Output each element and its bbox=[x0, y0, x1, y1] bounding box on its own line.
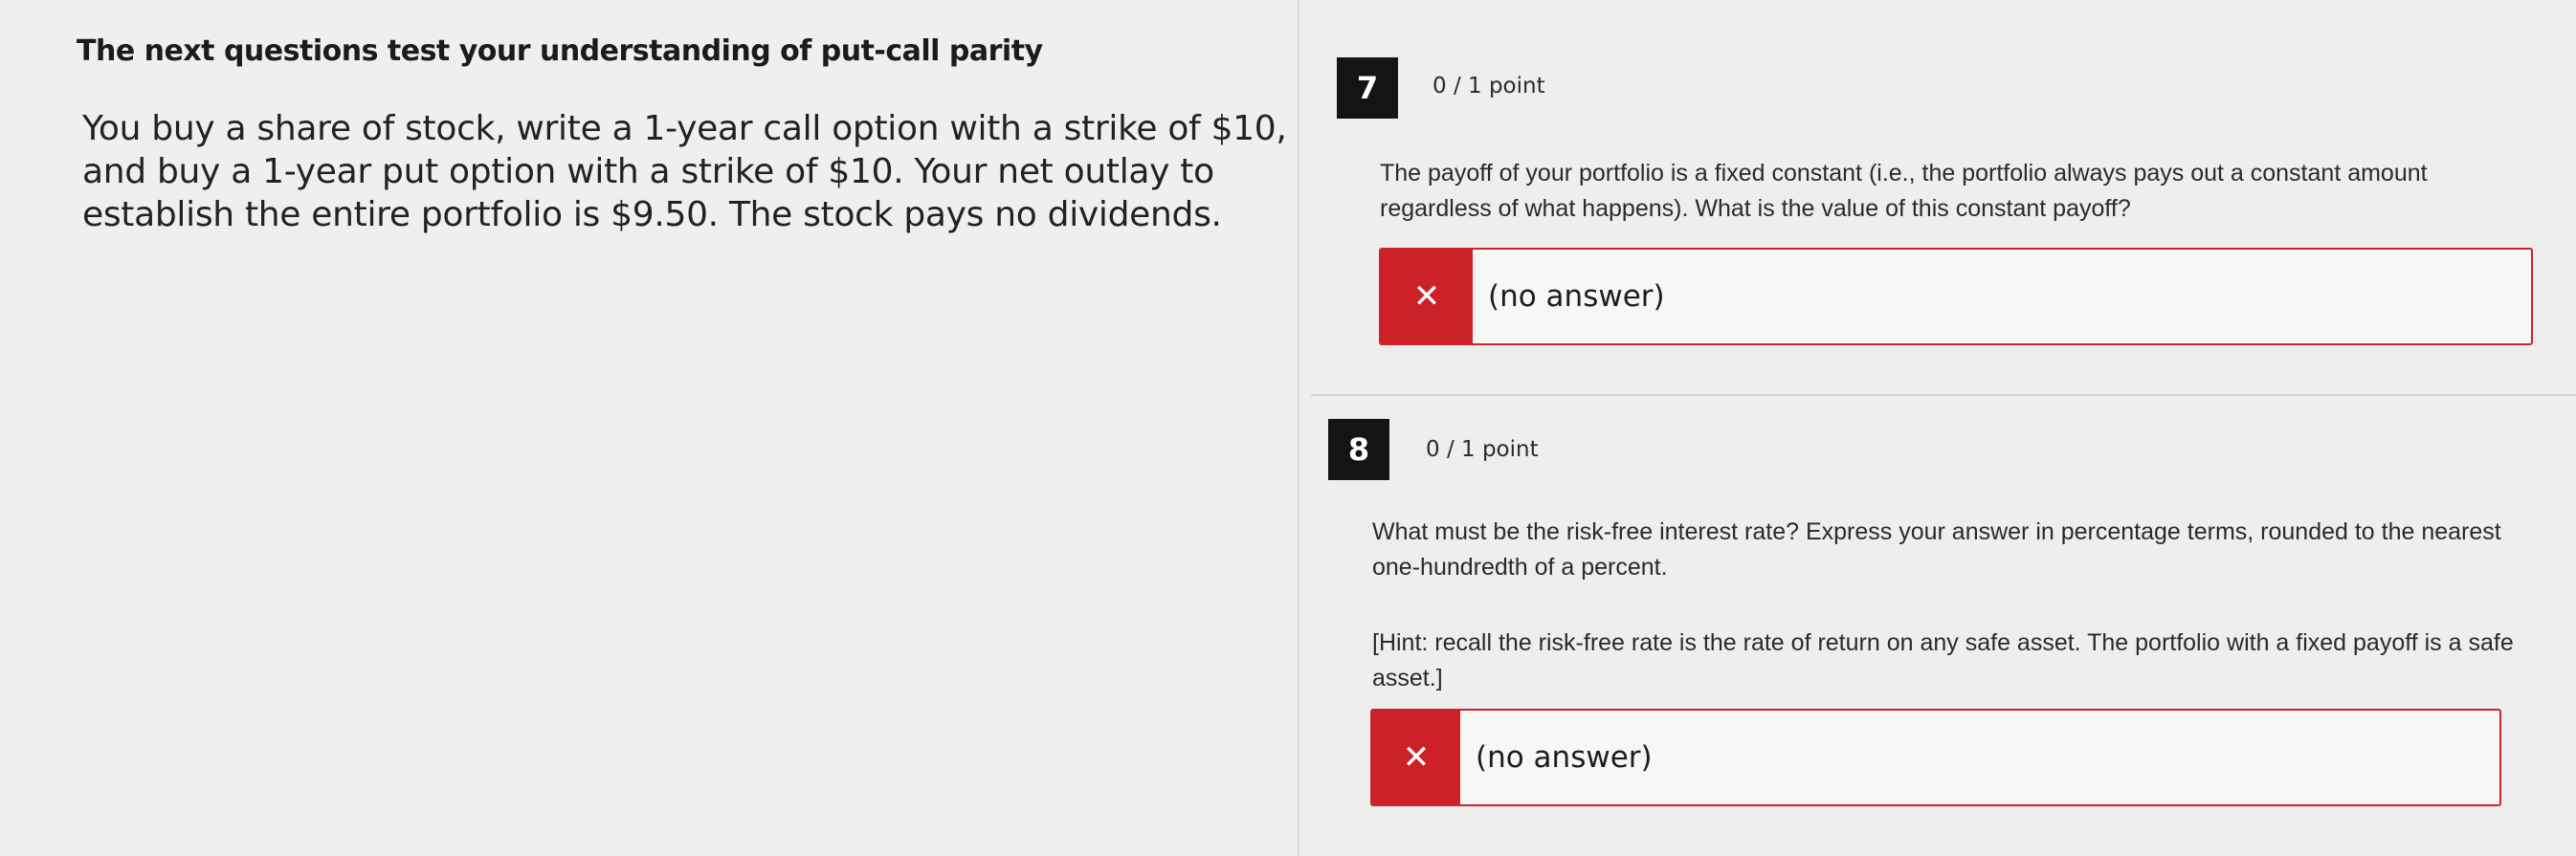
context-panel: The next questions test your understandi… bbox=[0, 0, 1299, 856]
question-8-number: 8 bbox=[1328, 419, 1389, 480]
question-8-text: What must be the risk-free interest rate… bbox=[1372, 518, 2501, 581]
question-7-text: The payoff of your portfolio is a fixed … bbox=[1380, 160, 2428, 222]
question-8-answer-box[interactable]: ✕ (no answer) bbox=[1370, 709, 2501, 806]
question-divider bbox=[1311, 394, 2576, 396]
question-7-number: 7 bbox=[1337, 57, 1398, 119]
context-heading: The next questions test your understandi… bbox=[77, 34, 1043, 68]
question-7-points: 0 / 1 point bbox=[1432, 74, 1545, 99]
question-7-answer-box[interactable]: ✕ (no answer) bbox=[1379, 248, 2533, 345]
context-text: You buy a share of stock, write a 1-year… bbox=[82, 109, 1287, 234]
question-8-answer: (no answer) bbox=[1476, 740, 1653, 775]
question-8-points: 0 / 1 point bbox=[1426, 437, 1539, 462]
incorrect-icon: ✕ bbox=[1372, 711, 1460, 804]
question-8-hint: [Hint: recall the risk-free rate is the … bbox=[1372, 629, 2514, 691]
incorrect-icon: ✕ bbox=[1381, 250, 1473, 343]
question-7-answer: (no answer) bbox=[1488, 279, 1665, 314]
